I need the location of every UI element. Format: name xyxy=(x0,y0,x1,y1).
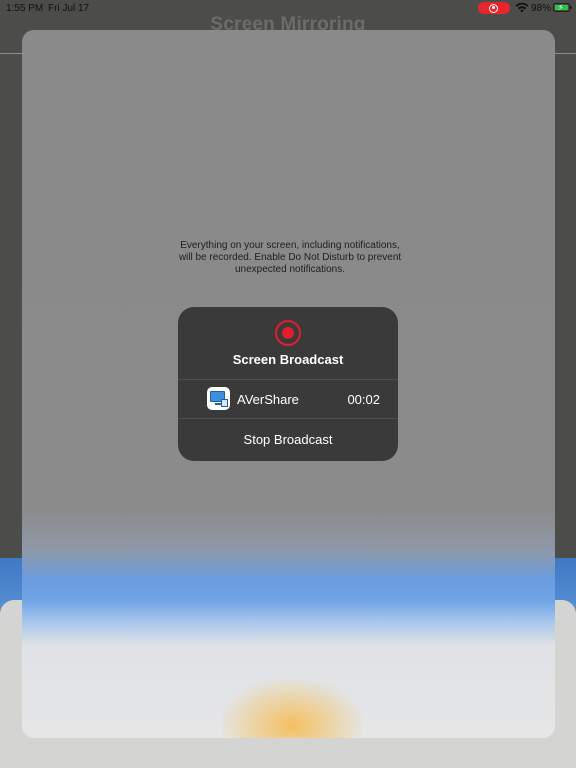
battery-icon: ⚡ xyxy=(553,3,572,12)
broadcast-card: Screen Broadcast AVerShare 00:02 Stop Br… xyxy=(178,307,398,461)
sheet-glow xyxy=(222,680,362,738)
broadcast-timer: 00:02 xyxy=(347,392,380,407)
broadcast-app-row: AVerShare 00:02 xyxy=(178,380,398,418)
screen-recording-indicator[interactable] xyxy=(478,2,510,14)
record-icon xyxy=(489,3,498,13)
status-bar: 1:55 PM Fri Jul 17 98% ⚡ xyxy=(0,0,576,16)
device-icon xyxy=(221,399,228,407)
stop-broadcast-button[interactable]: Stop Broadcast xyxy=(178,419,398,461)
record-icon xyxy=(275,320,301,346)
battery-percent: 98% xyxy=(531,3,552,14)
broadcast-sheet: Everything on your screen, including not… xyxy=(22,30,555,738)
recording-notice: Everything on your screen, including not… xyxy=(178,240,402,275)
status-date: Fri Jul 17 xyxy=(48,3,90,14)
broadcast-title: Screen Broadcast xyxy=(232,352,344,367)
status-time: 1:55 PM xyxy=(6,3,44,14)
app-name: AVerShare xyxy=(237,392,299,407)
wifi-icon xyxy=(515,2,529,13)
aver-share-app-icon xyxy=(207,387,230,410)
charging-bolt-icon: ⚡ xyxy=(558,3,564,12)
